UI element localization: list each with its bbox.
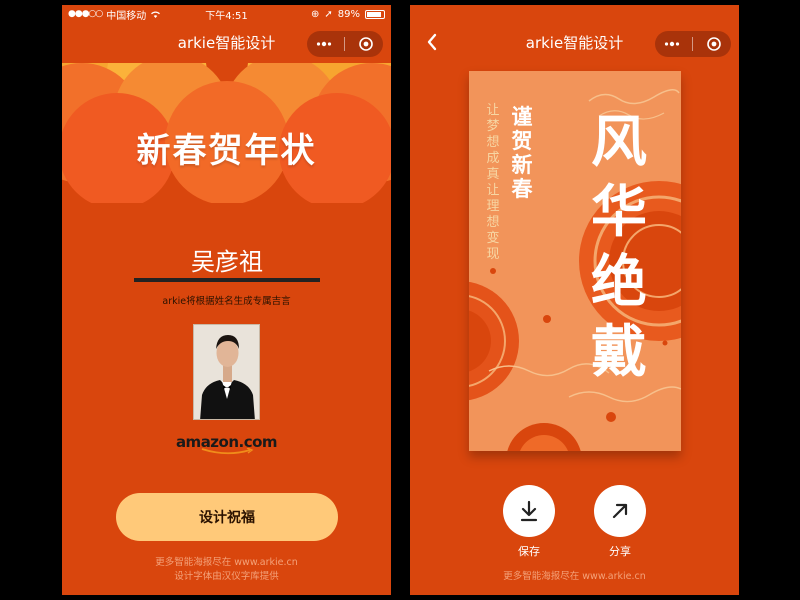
poster-greeting: 谨贺新春: [511, 104, 533, 201]
signal-icon: ●●●○○: [68, 9, 103, 19]
design-blessing-button[interactable]: 设计祝福: [116, 493, 338, 541]
nav-bar: arkie智能设计: [62, 25, 391, 59]
person-illustration: [194, 325, 259, 419]
more-dots-icon: [664, 41, 679, 47]
share-label: 分享: [609, 545, 631, 558]
location-icon: ➚: [324, 8, 333, 20]
name-hint: arkie将根据姓名生成专属吉言: [162, 296, 291, 307]
share-circle: [594, 485, 646, 537]
carrier-label: 中国移动: [106, 10, 147, 22]
share-button[interactable]: 分享: [592, 485, 648, 559]
rotation-lock-icon: ⊕: [310, 8, 320, 20]
more-dots-icon: [316, 41, 331, 47]
footer-line-2: 设计字体由汉仪字库提供: [174, 571, 279, 582]
download-icon: [520, 500, 538, 522]
name-input[interactable]: [134, 240, 320, 282]
more-button[interactable]: [311, 33, 337, 55]
footer: 更多智能海报尽在 www.arkie.cn: [503, 571, 646, 582]
capsule-divider: [344, 37, 346, 51]
status-bar: ●●●○○ 中国移动 下午4:51 ⊕ ➚ 89%: [62, 5, 391, 23]
target-close-icon: [707, 37, 721, 51]
back-button[interactable]: [420, 29, 444, 55]
banner-title: 新春贺年状: [136, 131, 317, 171]
footer-line-1: 更多智能海报尽在 www.arkie.cn: [155, 557, 298, 568]
nav-title: arkie智能设计: [177, 33, 276, 52]
generated-poster[interactable]: 让梦想成真让理想变现 谨贺新春 风华绝戴: [469, 71, 681, 451]
more-button[interactable]: [659, 33, 685, 55]
right-phone-screen: arkie智能设计 让梦想成真让理想变现 谨贺新春 风华绝戴 保存 分享 更多智…: [410, 5, 739, 595]
save-circle: [503, 485, 555, 537]
share-arrow-icon: [612, 503, 628, 519]
person-photo: [193, 324, 260, 420]
footer: 更多智能海报尽在 www.arkie.cn 设计字体由汉仪字库提供: [62, 556, 391, 584]
photo-logo-text: amazon.com: [175, 433, 278, 451]
photo-watermark-logo: amazon.com: [62, 433, 391, 455]
battery-percent: 89%: [337, 8, 360, 20]
screenshot-stage: ●●●○○ 中国移动 下午4:51 ⊕ ➚ 89% arkie智能设计 新春贺年…: [0, 0, 800, 600]
banner: 新春贺年状: [62, 63, 391, 203]
left-phone-screen: ●●●○○ 中国移动 下午4:51 ⊕ ➚ 89% arkie智能设计 新春贺年…: [62, 5, 391, 595]
save-label: 保存: [518, 545, 540, 558]
wifi-icon: [151, 11, 161, 18]
poster-main-text: 风华绝戴: [591, 109, 647, 385]
save-button[interactable]: 保存: [501, 485, 557, 559]
target-close-icon: [359, 37, 373, 51]
close-miniprogram-button[interactable]: [353, 33, 379, 55]
capsule-divider: [692, 37, 694, 51]
capsule-menu: [307, 31, 383, 57]
nav-title: arkie智能设计: [525, 33, 624, 52]
poster-slogan: 让梦想成真让理想变现: [486, 103, 500, 262]
capsule-menu: [655, 31, 731, 57]
close-miniprogram-button[interactable]: [701, 33, 727, 55]
nav-bar: arkie智能设计: [410, 25, 739, 59]
chevron-left-icon: [427, 33, 437, 51]
battery-icon: [365, 9, 385, 19]
